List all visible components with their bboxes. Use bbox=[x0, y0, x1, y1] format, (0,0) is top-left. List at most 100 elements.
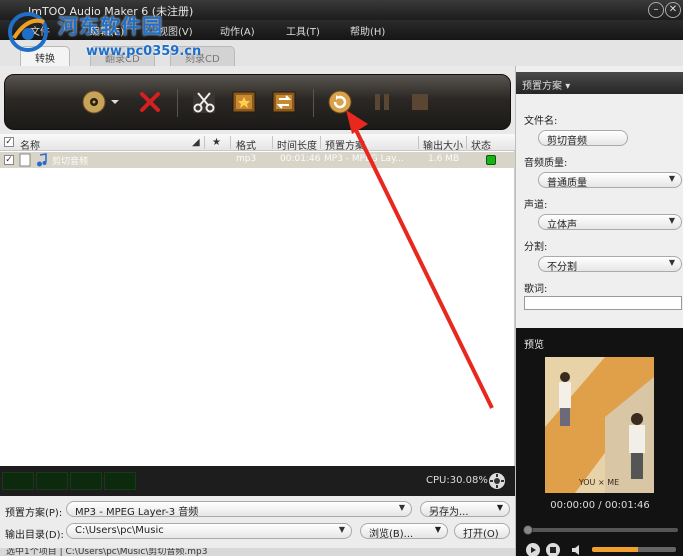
convert-icon[interactable] bbox=[327, 89, 353, 115]
header-status[interactable]: 状态 bbox=[471, 137, 491, 152]
menu-tools[interactable]: 工具(T) bbox=[286, 23, 320, 38]
chevron-down-icon: ▼ bbox=[434, 525, 441, 534]
select-all-checkbox[interactable]: ✓ bbox=[4, 137, 14, 147]
list-header: ✓ 名称 ◢ ★ 格式 时间长度 预置方案 输出大小 状态 bbox=[0, 134, 515, 152]
preview-title: 预览 bbox=[524, 340, 544, 351]
channel-select[interactable]: 立体声 ▼ bbox=[538, 214, 682, 231]
channel-label: 声道: bbox=[524, 200, 548, 211]
filename-label: 文件名: bbox=[524, 116, 558, 127]
row-size: 1.6 MB bbox=[428, 154, 460, 164]
toolbar-separator bbox=[313, 89, 314, 117]
output-dir-select[interactable]: C:\Users\pc\Music ▼ bbox=[66, 523, 352, 539]
cpu-meter bbox=[2, 472, 34, 490]
filename-value: 剪切音频 bbox=[547, 136, 587, 147]
menu-help[interactable]: 帮助(H) bbox=[350, 23, 385, 38]
lyrics-label: 歌词: bbox=[524, 284, 548, 295]
pause-icon[interactable] bbox=[369, 89, 395, 115]
menu-file[interactable]: 文件 bbox=[30, 23, 50, 38]
time-display: 00:00:00 / 00:01:46 bbox=[550, 500, 650, 511]
minimize-button[interactable]: – bbox=[648, 2, 664, 18]
profile-select[interactable]: MP3 - MPEG Layer-3 音频 ▼ bbox=[66, 501, 412, 518]
cpu-usage: CPU:30.08% bbox=[426, 475, 488, 486]
merge-icon[interactable] bbox=[271, 89, 297, 115]
effects-icon[interactable] bbox=[231, 89, 257, 115]
music-note-icon bbox=[37, 153, 47, 167]
profile-panel: 预置方案 ▾ 文件名: 剪切音频 音频质量: 普通质量 ▼ 声道: 立体声 ▼ 分割… bbox=[515, 66, 683, 556]
table-row[interactable]: ✓ 剪切音频 mp3 00:01:46 MP3 - MPEG Lay... 1.… bbox=[0, 152, 515, 168]
tab-burn-cd[interactable]: 刻录CD bbox=[170, 46, 235, 66]
stop-icon[interactable] bbox=[407, 89, 433, 115]
volume-icon[interactable] bbox=[570, 543, 584, 556]
menu-view[interactable]: 视图(V) bbox=[158, 23, 193, 38]
sort-icon[interactable]: ◢ bbox=[192, 137, 200, 148]
play-icon[interactable] bbox=[526, 543, 540, 556]
add-file-icon[interactable] bbox=[81, 89, 107, 115]
lyrics-input[interactable] bbox=[524, 296, 682, 310]
cpu-meter bbox=[36, 472, 68, 490]
gear-icon[interactable] bbox=[488, 472, 506, 490]
tab-bar: 转换 翻录CD 刻录CD bbox=[0, 40, 683, 66]
browse-button[interactable]: 浏览(B)... ▼ bbox=[360, 523, 448, 540]
bottom-panel: 预置方案(P): MP3 - MPEG Layer-3 音频 ▼ 另存为... ▼ … bbox=[0, 496, 515, 556]
filename-input[interactable]: 剪切音频 bbox=[538, 130, 628, 147]
window-title: ImTOO Audio Maker 6 (未注册) bbox=[28, 5, 194, 18]
menu-bar: 文件 编辑(E) 视图(V) 动作(A) 工具(T) 帮助(H) bbox=[0, 20, 683, 40]
volume-slider[interactable] bbox=[592, 547, 676, 552]
split-value: 不分割 bbox=[547, 262, 577, 273]
toolbar-separator bbox=[177, 89, 178, 117]
menu-edit[interactable]: 编辑(E) bbox=[90, 23, 124, 38]
chevron-down-icon: ▼ bbox=[338, 525, 345, 534]
header-profile[interactable]: 预置方案 bbox=[325, 137, 365, 152]
header-duration[interactable]: 时间长度 bbox=[277, 137, 317, 152]
chevron-down-icon: ▼ bbox=[668, 174, 675, 183]
preview-panel: 预览 YOU × ME 00:00:00 / 00:01:46 bbox=[516, 328, 683, 556]
row-format: mp3 bbox=[236, 154, 257, 164]
header-size[interactable]: 输出大小 bbox=[423, 137, 463, 152]
output-dir-value: C:\Users\pc\Music bbox=[75, 525, 164, 536]
header-format[interactable]: 格式 bbox=[236, 137, 256, 152]
profile-label: 预置方案(P): bbox=[5, 508, 63, 519]
remove-icon[interactable] bbox=[137, 89, 163, 115]
row-checkbox[interactable]: ✓ bbox=[4, 155, 14, 165]
chevron-down-icon: ▼ bbox=[668, 216, 675, 225]
save-as-button[interactable]: 另存为... ▼ bbox=[420, 501, 510, 518]
file-icon bbox=[19, 153, 31, 167]
seek-handle[interactable] bbox=[523, 525, 533, 535]
browse-label: 浏览(B)... bbox=[369, 529, 414, 540]
quality-select[interactable]: 普通质量 ▼ bbox=[538, 172, 682, 189]
row-name: 剪切音频 bbox=[52, 157, 89, 167]
status-line: 选中1个项目 | C:\Users\pc\Music\剪切音频.mp3 bbox=[0, 548, 515, 556]
main-toolbar bbox=[4, 74, 511, 130]
seek-slider[interactable] bbox=[523, 525, 678, 535]
chevron-down-icon: ▼ bbox=[668, 258, 675, 267]
tab-convert[interactable]: 转换 bbox=[20, 46, 70, 66]
row-profile[interactable]: MP3 - MPEG Lay... bbox=[324, 154, 404, 164]
close-button[interactable]: ✕ bbox=[665, 2, 681, 18]
header-star[interactable]: ★ bbox=[212, 137, 221, 148]
chevron-down-icon: ▾ bbox=[565, 81, 571, 92]
cover-title: YOU × ME bbox=[578, 478, 619, 487]
tab-rip-cd[interactable]: 翻录CD bbox=[90, 46, 155, 66]
scissors-icon[interactable] bbox=[191, 89, 217, 115]
status-icon bbox=[486, 155, 496, 165]
profile-value: MP3 - MPEG Layer-3 音频 bbox=[75, 507, 199, 518]
title-bar: ImTOO Audio Maker 6 (未注册) – ✕ bbox=[0, 0, 683, 20]
menu-action[interactable]: 动作(A) bbox=[220, 23, 255, 38]
row-duration: 00:01:46 bbox=[280, 154, 321, 164]
cpu-meter bbox=[70, 472, 102, 490]
split-select[interactable]: 不分割 ▼ bbox=[538, 256, 682, 273]
save-as-label: 另存为... bbox=[429, 507, 469, 518]
quality-value: 普通质量 bbox=[547, 178, 587, 189]
chevron-down-icon: ▼ bbox=[398, 503, 405, 512]
album-cover: YOU × ME bbox=[545, 357, 654, 493]
stop-icon[interactable] bbox=[546, 543, 560, 556]
open-button[interactable]: 打开(O) bbox=[454, 523, 510, 540]
channel-value: 立体声 bbox=[547, 220, 577, 231]
quality-label: 音频质量: bbox=[524, 158, 568, 169]
profile-panel-header[interactable]: 预置方案 ▾ bbox=[516, 72, 683, 94]
status-text: 选中1个项目 | C:\Users\pc\Music\剪切音频.mp3 bbox=[6, 548, 208, 556]
chevron-down-icon[interactable] bbox=[109, 89, 121, 115]
cpu-bar: CPU:30.08% bbox=[0, 466, 515, 496]
output-label: 输出目录(D): bbox=[5, 530, 64, 541]
header-name[interactable]: 名称 bbox=[20, 137, 40, 152]
